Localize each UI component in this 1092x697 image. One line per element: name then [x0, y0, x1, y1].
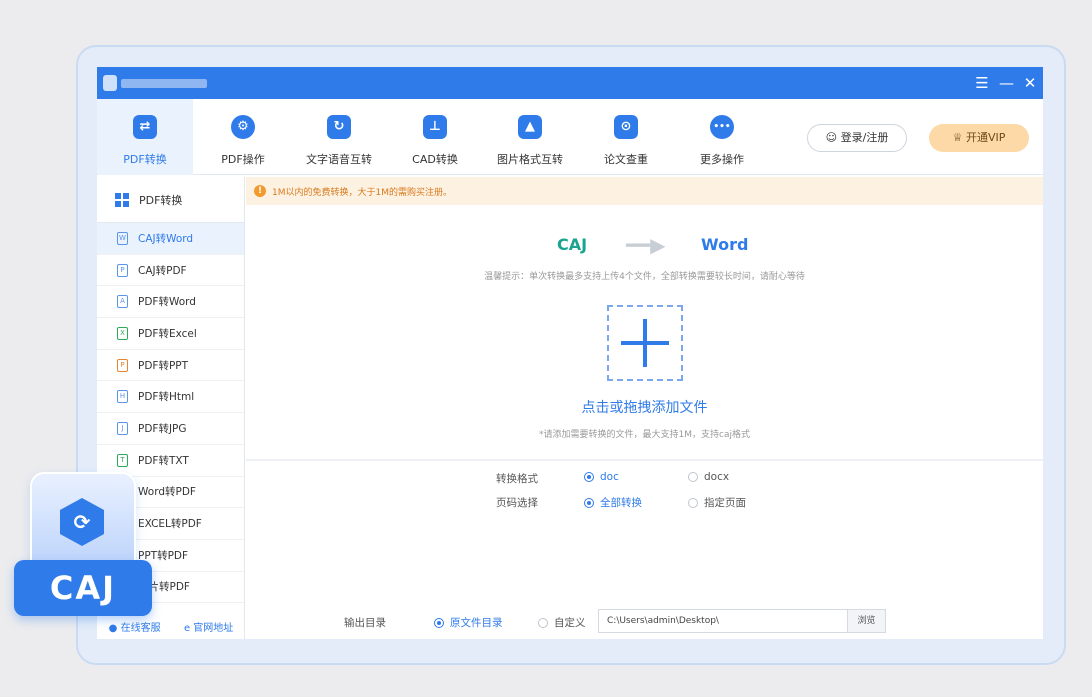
txt-file-icon: T — [117, 453, 128, 467]
notice-bar: ! 1M以内的免费转换，大于1M的需购买注册。 — [246, 177, 1043, 205]
menu-icon[interactable]: ☰ — [975, 73, 989, 93]
radio-dot — [688, 497, 698, 508]
sidebar-item-pdf-excel[interactable]: X PDF转Excel — [97, 318, 244, 350]
radio-doc[interactable]: doc — [584, 471, 619, 483]
add-file-hint: *请添加需要转换的文件，最大支持1M，支持caj格式 — [539, 430, 750, 440]
radio-custom-dir[interactable]: 自定义 — [538, 615, 586, 630]
tool-label: 论文查重 — [604, 153, 648, 166]
gear-icon: ⚙ — [231, 115, 255, 139]
tool-label: PDF操作 — [221, 153, 265, 166]
tool-label: 更多操作 — [700, 153, 744, 166]
browse-button[interactable]: 浏览 — [848, 609, 886, 633]
radio-dot — [584, 472, 594, 482]
sidebar-item-pdf-jpg[interactable]: J PDF转JPG — [97, 413, 244, 445]
radio-docx[interactable]: docx — [688, 471, 729, 483]
radio-dot — [538, 617, 548, 628]
excel-file-icon: X — [117, 326, 128, 340]
tool-more[interactable]: ••• 更多操作 — [674, 99, 770, 175]
vip-button[interactable]: ♕ 开通VIP — [929, 124, 1029, 152]
source-format: CAJ — [557, 235, 588, 254]
sidebar-item-pdf-word[interactable]: A PDF转Word — [97, 286, 244, 319]
arrow-right-icon: ━━▶ — [626, 233, 666, 257]
add-file-link[interactable]: 点击或拖拽添加文件 — [246, 397, 1043, 417]
radio-specific-pages[interactable]: 指定页面 — [688, 495, 746, 510]
tool-pdf-convert[interactable]: ⇄ PDF转换 — [97, 99, 193, 175]
swap-icon: ⇄ — [133, 115, 157, 139]
radio-dot — [584, 497, 594, 508]
caj-badge-graphic: ⟳ CAJ — [14, 470, 152, 620]
output-row: 输出目录 原文件目录 自定义 C:\Users\admin\Desktop\ 浏… — [246, 609, 1043, 633]
sidebar-header: PDF转换 — [97, 177, 244, 223]
browser-icon: e — [183, 622, 191, 634]
output-label: 输出目录 — [344, 617, 386, 629]
image-file-icon: J — [117, 421, 128, 435]
grid-icon — [115, 192, 129, 207]
page-option-row: 页码选择 全部转换 指定页面 — [246, 493, 1043, 511]
caj-file-icon: W — [117, 231, 128, 245]
tool-text-speech[interactable]: ↻ 文字语音互转 — [291, 99, 387, 175]
output-path-field[interactable]: C:\Users\admin\Desktop\ — [598, 609, 848, 633]
conversion-header: CAJ ━━▶ Word — [246, 232, 1043, 258]
cad-icon: ⊥ — [423, 115, 447, 139]
format-label: 转换格式 — [496, 473, 538, 485]
warning-icon: ! — [254, 185, 266, 197]
online-service-link[interactable]: ● 在线客服 — [109, 619, 161, 634]
tool-pdf-operate[interactable]: ⚙ PDF操作 — [195, 99, 291, 175]
sidebar-item-caj-pdf[interactable]: P CAJ转PDF — [97, 255, 244, 287]
radio-dot — [434, 617, 444, 628]
website-link[interactable]: e 官网地址 — [184, 619, 233, 634]
divider — [246, 459, 1043, 461]
tool-label: PDF转换 — [123, 153, 167, 166]
tool-cad-convert[interactable]: ⊥ CAD转换 — [387, 99, 483, 175]
pages-label: 页码选择 — [496, 497, 538, 509]
close-icon[interactable]: ✕ — [1023, 73, 1037, 93]
plus-icon-vertical — [643, 319, 647, 367]
sidebar-item-pdf-ppt[interactable]: P PDF转PPT — [97, 350, 244, 382]
html-file-icon: H — [117, 390, 128, 404]
sidebar-item-caj-word[interactable]: W CAJ转Word — [97, 223, 244, 255]
notice-text: 1M以内的免费转换，大于1M的需购买注册。 — [272, 187, 452, 198]
tip-text: 温馨提示：单次转换最多支持上传4个文件，全部转换需要较长时间，请耐心等待 — [484, 272, 805, 282]
caj-file-icon: P — [117, 263, 128, 277]
app-logo-icon — [103, 75, 117, 91]
radio-dot — [688, 472, 698, 482]
pdf-file-icon: A — [117, 295, 128, 309]
caj-label: CAJ — [14, 560, 152, 616]
app-window: ☰ — ✕ ⇄ PDF转换 ⚙ PDF操作 ↻ 文字语音互转 ⊥ CAD转换 ▲… — [97, 67, 1043, 639]
file-dropzone[interactable] — [607, 305, 683, 381]
title-bar: ☰ — ✕ — [97, 67, 1043, 99]
image-icon: ▲ — [518, 115, 542, 139]
text-speech-icon: ↻ — [327, 115, 351, 139]
user-icon: ☺ — [825, 131, 841, 144]
ppt-file-icon: P — [117, 358, 128, 372]
login-button[interactable]: ☺ 登录/注册 — [807, 124, 907, 152]
tool-plagiarism-check[interactable]: ⊙ 论文查重 — [578, 99, 674, 175]
app-title-redacted — [121, 79, 207, 88]
tool-label: 文字语音互转 — [306, 153, 372, 166]
format-option-row: 转换格式 doc docx — [246, 469, 1043, 487]
headset-icon: ● — [108, 622, 118, 634]
radio-all-pages[interactable]: 全部转换 — [584, 495, 642, 510]
crown-icon: ♕ — [952, 131, 966, 144]
sidebar-item-pdf-html[interactable]: H PDF转Html — [97, 381, 244, 414]
tool-label: 图片格式互转 — [497, 153, 563, 166]
minimize-icon[interactable]: — — [999, 73, 1014, 93]
tool-image-convert[interactable]: ▲ 图片格式互转 — [482, 99, 578, 175]
radio-source-dir[interactable]: 原文件目录 — [434, 615, 503, 630]
target-format: Word — [701, 235, 749, 254]
tool-label: CAD转换 — [412, 153, 458, 166]
search-doc-icon: ⊙ — [614, 115, 638, 139]
more-icon: ••• — [710, 115, 734, 139]
